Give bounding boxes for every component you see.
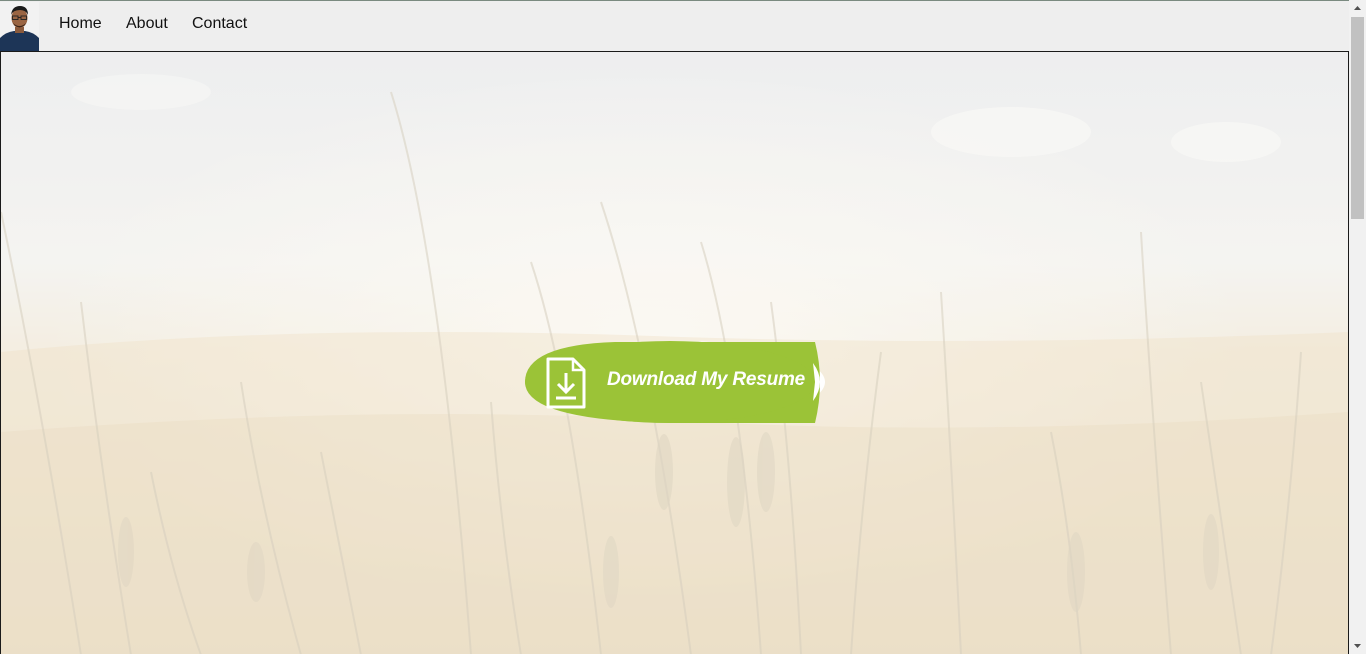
download-resume-label: Download My Resume	[607, 369, 806, 390]
nav-contact-link[interactable]: Contact	[192, 15, 247, 33]
hero-section: Download My Resume	[0, 51, 1349, 654]
nav-about-link[interactable]: About	[126, 15, 168, 33]
vertical-scrollbar[interactable]	[1349, 0, 1366, 654]
page: Home About Contact Download My Resume	[0, 0, 1366, 654]
navbar: Home About Contact	[0, 1, 1349, 51]
nav-home-link[interactable]: Home	[59, 15, 102, 33]
file-download-icon	[545, 357, 587, 414]
scrollbar-thumb[interactable]	[1351, 17, 1364, 219]
scroll-down-arrow-icon[interactable]	[1349, 637, 1366, 654]
avatar[interactable]	[0, 2, 39, 51]
download-resume-button[interactable]: Download My Resume	[525, 341, 825, 424]
scroll-up-arrow-icon[interactable]	[1349, 0, 1366, 17]
